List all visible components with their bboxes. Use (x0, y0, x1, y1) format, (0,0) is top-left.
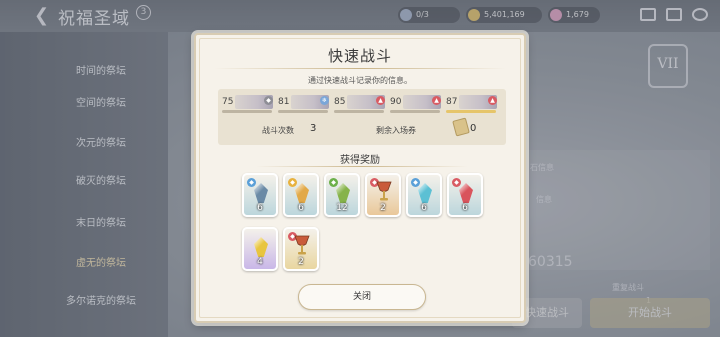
member-level: 85 (334, 97, 346, 107)
element-icon: ◆ (247, 178, 256, 187)
reward-gem-item[interactable]: ◆ 6 (283, 173, 319, 217)
team-member: 90 ▲ (390, 95, 442, 113)
team-member: 87 ▲ (446, 95, 498, 113)
tickets-label: 剩余入场券 (376, 126, 416, 135)
element-icon: ▲ (376, 96, 385, 105)
reward-count: 6 (462, 203, 468, 213)
reward-gem-item[interactable]: 4 (242, 227, 278, 271)
affinity-bar (222, 110, 272, 113)
element-icon: ▲ (488, 96, 497, 105)
battle-count-label: 战斗次数 (262, 126, 294, 135)
member-level: 81 (278, 97, 290, 107)
gem-icon (459, 183, 473, 203)
gem-icon (254, 237, 268, 257)
gem-icon (254, 183, 268, 203)
quick-battle-dialog: 快速战斗 通过快速战斗记录你的信息。 75 ◆ 81 ❄ 85 ▲ 90 ▲ 8… (194, 33, 526, 323)
chalice-icon (294, 235, 310, 255)
dialog-title: 快速战斗 (327, 47, 392, 65)
reward-gem-item[interactable]: ◆ 6 (406, 173, 442, 217)
reward-chalice-item[interactable]: ◆ 2 (365, 173, 401, 217)
element-icon: ◆ (452, 178, 461, 187)
reward-count: 4 (257, 257, 263, 267)
close-button[interactable]: 关闭 (298, 284, 426, 310)
affinity-bar (278, 110, 328, 113)
member-level: 87 (446, 97, 458, 107)
affinity-bar (390, 110, 440, 113)
gem-icon (418, 183, 432, 203)
reward-gem-item[interactable]: ◆ 12 (324, 173, 360, 217)
gem-icon (295, 183, 309, 203)
reward-count: 6 (298, 203, 304, 213)
element-icon: ◆ (329, 178, 338, 187)
team-member: 81 ❄ (278, 95, 330, 113)
reward-chalice-item[interactable]: ◆ 2 (283, 227, 319, 271)
team-member: 75 ◆ (222, 95, 274, 113)
chalice-icon (376, 181, 392, 201)
member-level: 75 (222, 97, 234, 107)
reward-count: 6 (257, 203, 263, 213)
reward-count: 2 (298, 257, 304, 267)
affinity-bar (446, 110, 496, 113)
reward-count: 6 (421, 203, 427, 213)
element-icon: ◆ (264, 96, 273, 105)
element-icon: ❄ (320, 96, 329, 105)
battle-count-value: 3 (310, 123, 317, 134)
element-icon: ◆ (288, 178, 297, 187)
title-divider (214, 68, 506, 69)
ticket-icon (452, 117, 470, 137)
reward-count: 12 (336, 203, 348, 213)
rewards-divider (256, 166, 468, 167)
member-level: 90 (390, 97, 402, 107)
team-member: 85 ▲ (334, 95, 386, 113)
dialog-description: 通过快速战斗记录你的信息。 (308, 76, 412, 85)
reward-count: 2 (380, 203, 386, 213)
element-icon: ◆ (411, 178, 420, 187)
reward-gem-item[interactable]: ◆ 6 (242, 173, 278, 217)
affinity-bar (334, 110, 384, 113)
tickets-value: 0 (470, 123, 477, 134)
element-icon: ▲ (432, 96, 441, 105)
team-panel: 75 ◆ 81 ❄ 85 ▲ 90 ▲ 87 ▲ 战斗次数 3 剩余入场券 0 (218, 89, 506, 145)
gem-icon (336, 183, 350, 203)
rewards-title: 获得奖励 (340, 155, 380, 166)
reward-gem-item[interactable]: ◆ 6 (447, 173, 483, 217)
